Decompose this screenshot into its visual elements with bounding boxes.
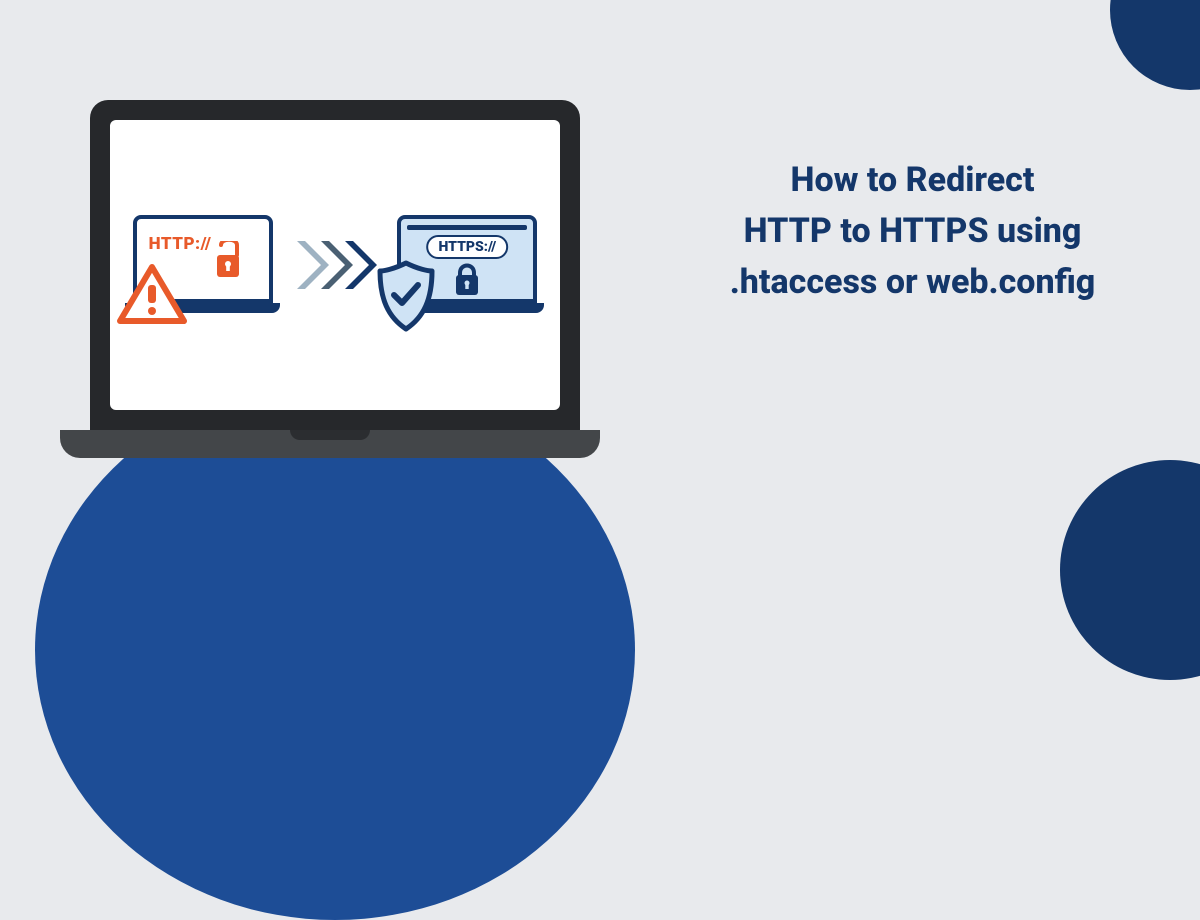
- title-line-1: How to Redirect: [685, 155, 1140, 206]
- laptop-bezel: HTTP://: [90, 100, 580, 430]
- title-line-3: .htaccess or web.config: [685, 257, 1140, 308]
- decorative-circle-bottom-right: [1060, 460, 1200, 680]
- http-protocol-label: HTTP://: [149, 234, 212, 254]
- chevron-right-icon: [341, 237, 377, 293]
- warning-triangle-icon: [116, 263, 188, 327]
- closed-lock-icon: [452, 261, 482, 297]
- https-protocol-label: HTTPS://: [426, 235, 508, 259]
- secure-https-panel: HTTPS://: [392, 215, 542, 315]
- laptop-trackpad-notch: [290, 430, 370, 440]
- title-line-2: HTTP to HTTPS using: [685, 206, 1140, 257]
- open-lock-icon: [215, 241, 249, 283]
- laptop-illustration: HTTP://: [85, 100, 585, 458]
- shield-check-icon: [374, 259, 438, 333]
- redirect-arrow-chevrons: [293, 237, 377, 293]
- decorative-circle-top-right: [1110, 0, 1200, 90]
- insecure-http-panel: HTTP://: [128, 215, 278, 315]
- page-title: How to Redirect HTTP to HTTPS using .hta…: [685, 155, 1140, 308]
- laptop-base: [60, 430, 600, 458]
- decorative-ellipse-behind-laptop: [35, 380, 635, 920]
- laptop-screen: HTTP://: [110, 120, 560, 410]
- browser-bar-stripe: [407, 225, 527, 230]
